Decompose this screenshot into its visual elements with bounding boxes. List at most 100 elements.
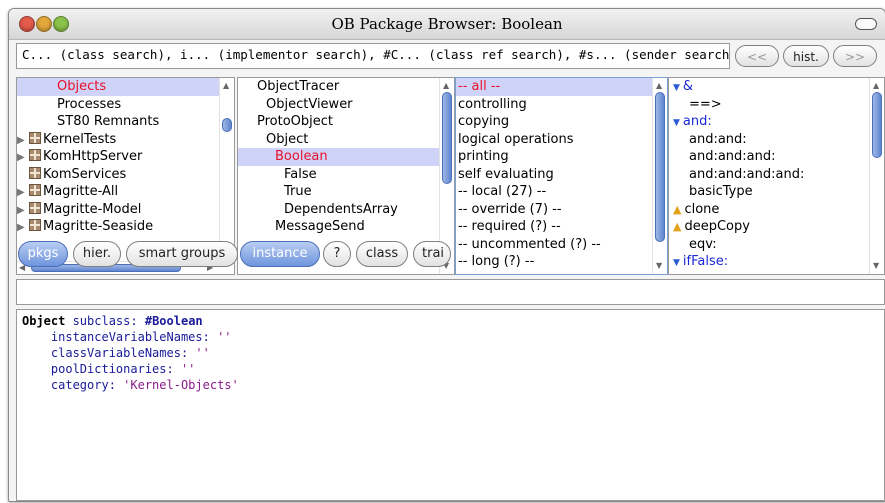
package-label: Objects bbox=[57, 79, 107, 94]
protocol-list-item[interactable]: self evaluating bbox=[456, 166, 653, 184]
class-list: ObjectTracer ObjectViewer ProtoObject Objec… bbox=[238, 78, 440, 236]
protocol-vertical-scrollbar[interactable]: ▲ ▼ bbox=[652, 78, 667, 274]
class-label: Object bbox=[266, 131, 309, 147]
code-symbol: #Boolean bbox=[144, 314, 203, 328]
code-keyword: instanceVariableNames: bbox=[22, 330, 218, 344]
code-string: '' bbox=[180, 362, 196, 376]
class-list-item[interactable]: ObjectViewer bbox=[238, 96, 440, 114]
package-icon bbox=[29, 219, 41, 231]
protocol-label: -- long (?) -- bbox=[458, 254, 535, 269]
expand-triangle-icon[interactable]: ▶ bbox=[17, 149, 29, 166]
class-label: ObjectTracer bbox=[257, 79, 340, 94]
package-label: Magritte-Seaside bbox=[43, 219, 154, 234]
method-scroll-thumb[interactable] bbox=[872, 92, 882, 158]
method-list-item[interactable]: ▼ & bbox=[669, 78, 870, 96]
expand-down-triangle-icon[interactable]: ▼ bbox=[673, 118, 680, 128]
history-button[interactable]: hist. bbox=[783, 45, 829, 67]
package-list-item[interactable]: ST80 Remnants bbox=[17, 113, 220, 131]
protocol-label: -- all -- bbox=[458, 79, 501, 94]
source-code-editor[interactable]: Object subclass: #Boolean instanceVariab… bbox=[16, 309, 885, 501]
class-scroll-thumb[interactable] bbox=[442, 92, 452, 184]
package-list-item[interactable]: ▶ Magritte-All bbox=[17, 183, 220, 201]
class-side-toggle[interactable]: class bbox=[356, 241, 408, 267]
expand-triangle-icon[interactable]: ▶ bbox=[17, 219, 29, 236]
protocol-scroll-thumb[interactable] bbox=[655, 92, 665, 242]
class-label: MessageSend bbox=[275, 219, 365, 234]
package-label: Magritte-All bbox=[43, 184, 119, 199]
method-list-item[interactable]: and:and:and:and: bbox=[669, 166, 870, 184]
protocol-label: self evaluating bbox=[458, 166, 554, 182]
method-list-item[interactable]: basicType bbox=[669, 183, 870, 201]
class-comment-toggle[interactable]: ? bbox=[323, 241, 351, 267]
method-list-item[interactable]: ▼ ifFalse: bbox=[669, 253, 870, 271]
instance-toggle[interactable]: instance bbox=[240, 241, 320, 267]
code-string: 'Kernel-Objects' bbox=[123, 378, 239, 392]
class-list-item[interactable]: ProtoObject bbox=[238, 113, 440, 131]
scroll-up-arrow-icon[interactable]: ▲ bbox=[873, 82, 879, 90]
hierarchy-toggle[interactable]: hier. bbox=[73, 241, 121, 267]
package-list-item[interactable]: ▶ Magritte-Model bbox=[17, 201, 220, 219]
scroll-up-arrow-icon[interactable]: ▲ bbox=[223, 82, 229, 90]
method-vertical-scrollbar[interactable]: ▲ ▼ bbox=[869, 78, 884, 274]
expand-triangle-icon[interactable]: ▶ bbox=[17, 202, 29, 219]
pkgs-toggle[interactable]: pkgs bbox=[18, 241, 68, 267]
protocol-list-item[interactable]: -- uncommented (?) -- bbox=[456, 236, 653, 254]
protocol-list-item[interactable]: -- override (7) -- bbox=[456, 201, 653, 219]
scroll-down-arrow-icon[interactable]: ▼ bbox=[656, 262, 662, 270]
protocol-label: -- override (7) -- bbox=[458, 201, 562, 217]
method-list-item[interactable]: ▲ clone bbox=[669, 201, 870, 219]
expand-triangle-icon[interactable]: ▶ bbox=[17, 184, 29, 201]
protocol-list-pane: -- all -- controlling copying logical opera… bbox=[455, 77, 668, 275]
traits-toggle[interactable]: trai bbox=[413, 241, 451, 267]
package-list-item[interactable]: Objects bbox=[17, 78, 220, 96]
method-list-item[interactable]: and:and:and: bbox=[669, 148, 870, 166]
method-list-item[interactable]: ▲ deepCopy bbox=[669, 218, 870, 236]
class-list-item[interactable]: ObjectTracer bbox=[238, 78, 440, 96]
method-list-item[interactable]: eqv: bbox=[669, 236, 870, 254]
class-list-item[interactable]: Boolean bbox=[238, 148, 440, 166]
package-list-item[interactable]: ▶ KernelTests bbox=[17, 131, 220, 149]
method-label: ==> bbox=[689, 96, 722, 112]
package-vertical-scrollbar[interactable]: ▲ ▼ bbox=[219, 78, 234, 262]
protocol-list-item[interactable]: printing bbox=[456, 148, 653, 166]
package-list-item[interactable]: KomServices bbox=[17, 166, 220, 184]
scroll-up-arrow-icon[interactable]: ▲ bbox=[443, 82, 449, 90]
class-list-item[interactable]: False bbox=[238, 166, 440, 184]
search-input[interactable]: C... (class search), i... (implementor s… bbox=[16, 43, 730, 69]
class-list-item[interactable]: DependentsArray bbox=[238, 201, 440, 219]
protocol-list-item[interactable]: logical operations bbox=[456, 131, 653, 149]
method-list-item[interactable]: ==> bbox=[669, 96, 870, 114]
protocol-list-item[interactable]: controlling bbox=[456, 96, 653, 114]
method-label: deepCopy bbox=[684, 219, 750, 234]
package-label: Processes bbox=[57, 96, 122, 112]
method-label: basicType bbox=[689, 184, 753, 199]
class-list-item[interactable]: MessageSend bbox=[238, 218, 440, 236]
smart-groups-toggle[interactable]: smart groups bbox=[126, 241, 238, 267]
package-list-item[interactable]: ▶ KomHttpServer bbox=[17, 148, 220, 166]
expand-triangle-icon[interactable]: ▶ bbox=[17, 132, 29, 149]
forward-button[interactable]: >> bbox=[833, 45, 877, 67]
package-label: KomServices bbox=[43, 166, 127, 182]
package-scroll-thumb[interactable] bbox=[222, 118, 232, 132]
scroll-down-arrow-icon[interactable]: ▼ bbox=[873, 262, 879, 270]
method-list-item[interactable]: and:and: bbox=[669, 131, 870, 149]
class-list-item[interactable]: True bbox=[238, 183, 440, 201]
collapse-toolbar-button[interactable] bbox=[855, 18, 877, 30]
package-list-item[interactable]: ▶ Magritte-Seaside bbox=[17, 218, 220, 236]
protocol-list-item[interactable]: -- local (27) -- bbox=[456, 183, 653, 201]
protocol-list-item[interactable]: -- required (?) -- bbox=[456, 218, 653, 236]
status-message-bar bbox=[16, 279, 885, 305]
method-list-item[interactable]: ▼ and: bbox=[669, 113, 870, 131]
package-list-item[interactable]: Processes bbox=[17, 96, 220, 114]
method-label: and:and: bbox=[689, 131, 747, 147]
class-list-item[interactable]: Object bbox=[238, 131, 440, 149]
expand-down-triangle-icon[interactable]: ▼ bbox=[673, 258, 680, 268]
protocol-list-item[interactable]: copying bbox=[456, 113, 653, 131]
scroll-up-arrow-icon[interactable]: ▲ bbox=[656, 82, 662, 90]
expand-down-triangle-icon[interactable]: ▼ bbox=[673, 83, 680, 93]
method-label: and: bbox=[682, 114, 712, 129]
package-icon bbox=[29, 166, 41, 179]
back-button[interactable]: << bbox=[735, 45, 779, 67]
protocol-list-item[interactable]: -- long (?) -- bbox=[456, 253, 653, 271]
protocol-list-item[interactable]: -- all -- bbox=[456, 78, 653, 96]
